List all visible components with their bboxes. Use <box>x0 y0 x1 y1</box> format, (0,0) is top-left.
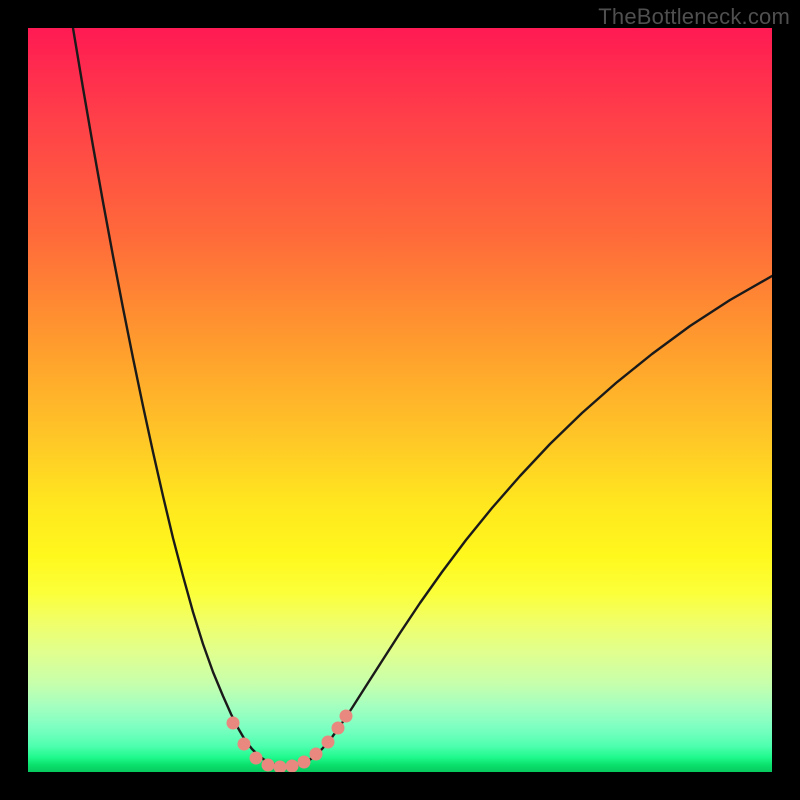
marker-dot <box>274 761 287 773</box>
marker-dot <box>262 759 275 772</box>
watermark-text: TheBottleneck.com <box>598 4 790 30</box>
marker-dot <box>227 717 240 730</box>
marker-dot <box>250 752 263 765</box>
valley-markers <box>227 710 353 773</box>
bottleneck-curve <box>73 28 772 767</box>
chart-frame: TheBottleneck.com <box>0 0 800 800</box>
marker-dot <box>322 736 335 749</box>
marker-dot <box>286 760 299 773</box>
plot-area <box>28 28 772 772</box>
marker-dot <box>238 738 251 751</box>
marker-dot <box>310 748 323 761</box>
marker-dot <box>340 710 353 723</box>
curve-layer <box>28 28 772 772</box>
marker-dot <box>298 756 311 769</box>
marker-dot <box>332 722 345 735</box>
